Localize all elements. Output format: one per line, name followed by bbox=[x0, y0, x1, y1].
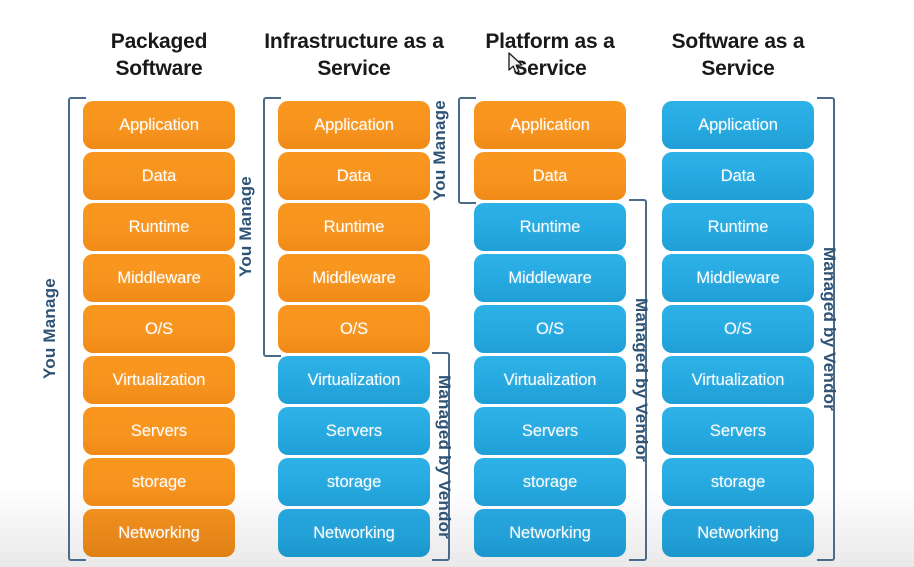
layer-box-infrastructure-as-a-service-networking[interactable]: Networking bbox=[278, 509, 430, 557]
layer-box-label: O/S bbox=[144, 319, 174, 338]
layer-box-platform-as-a-service-o-s[interactable]: O/S bbox=[474, 305, 626, 353]
layer-box-label: Servers bbox=[709, 421, 767, 440]
layer-box-packaged-software-application[interactable]: Application bbox=[83, 101, 235, 149]
layer-box-label: Application bbox=[510, 115, 590, 134]
bracket-label-platform-as-a-service-right: Managed by Vendor bbox=[632, 298, 651, 462]
column-header-line-1: Software as a bbox=[671, 30, 805, 53]
layer-box-label: storage bbox=[522, 472, 578, 491]
layer-box-infrastructure-as-a-service-servers[interactable]: Servers bbox=[278, 407, 430, 455]
layer-box-platform-as-a-service-networking[interactable]: Networking bbox=[474, 509, 626, 557]
layer-box-packaged-software-virtualization[interactable]: Virtualization bbox=[83, 356, 235, 404]
layer-box-platform-as-a-service-data[interactable]: Data bbox=[474, 152, 626, 200]
layer-box-platform-as-a-service-middleware[interactable]: Middleware bbox=[474, 254, 626, 302]
column-header-software-as-a-service: Software as a Service bbox=[608, 28, 868, 82]
layer-box-label: Networking bbox=[313, 523, 395, 542]
layer-box-label: Application bbox=[698, 115, 778, 134]
layer-box-platform-as-a-service-runtime[interactable]: Runtime bbox=[474, 203, 626, 251]
layer-box-infrastructure-as-a-service-runtime[interactable]: Runtime bbox=[278, 203, 430, 251]
layer-box-software-as-a-service-networking[interactable]: Networking bbox=[662, 509, 814, 557]
layer-box-label: Virtualization bbox=[112, 370, 206, 389]
layer-box-label: Data bbox=[720, 166, 756, 185]
layer-box-label: O/S bbox=[339, 319, 369, 338]
layer-box-label: Runtime bbox=[707, 217, 769, 236]
layer-box-label: storage bbox=[710, 472, 766, 491]
layer-box-platform-as-a-service-storage[interactable]: storage bbox=[474, 458, 626, 506]
layer-box-label: Middleware bbox=[117, 268, 201, 287]
layer-box-label: Networking bbox=[509, 523, 591, 542]
layer-box-label: Virtualization bbox=[307, 370, 401, 389]
layer-box-packaged-software-middleware[interactable]: Middleware bbox=[83, 254, 235, 302]
layer-box-infrastructure-as-a-service-o-s[interactable]: O/S bbox=[278, 305, 430, 353]
layer-box-label: storage bbox=[326, 472, 382, 491]
layer-box-packaged-software-servers[interactable]: Servers bbox=[83, 407, 235, 455]
bracket-label-software-as-a-service-right: Managed by Vendor bbox=[820, 247, 839, 411]
layer-box-software-as-a-service-middleware[interactable]: Middleware bbox=[662, 254, 814, 302]
mouse-pointer-icon bbox=[508, 52, 526, 76]
layer-box-infrastructure-as-a-service-storage[interactable]: storage bbox=[278, 458, 430, 506]
layer-box-label: storage bbox=[131, 472, 187, 491]
layer-box-platform-as-a-service-servers[interactable]: Servers bbox=[474, 407, 626, 455]
layer-box-label: Networking bbox=[118, 523, 200, 542]
layer-box-packaged-software-networking[interactable]: Networking bbox=[83, 509, 235, 557]
layer-box-label: Virtualization bbox=[691, 370, 785, 389]
layer-box-label: Networking bbox=[697, 523, 779, 542]
layer-box-label: Servers bbox=[325, 421, 383, 440]
layer-box-label: Virtualization bbox=[503, 370, 597, 389]
layer-box-label: Data bbox=[532, 166, 568, 185]
bracket-label-packaged-software-left: You Manage bbox=[40, 278, 59, 380]
layer-box-infrastructure-as-a-service-data[interactable]: Data bbox=[278, 152, 430, 200]
layer-box-infrastructure-as-a-service-virtualization[interactable]: Virtualization bbox=[278, 356, 430, 404]
layer-box-label: Runtime bbox=[519, 217, 581, 236]
layer-box-packaged-software-storage[interactable]: storage bbox=[83, 458, 235, 506]
layer-box-software-as-a-service-virtualization[interactable]: Virtualization bbox=[662, 356, 814, 404]
layer-box-software-as-a-service-storage[interactable]: storage bbox=[662, 458, 814, 506]
layer-box-label: Data bbox=[141, 166, 177, 185]
layer-box-platform-as-a-service-application[interactable]: Application bbox=[474, 101, 626, 149]
layer-box-infrastructure-as-a-service-application[interactable]: Application bbox=[278, 101, 430, 149]
layer-box-software-as-a-service-servers[interactable]: Servers bbox=[662, 407, 814, 455]
layer-box-software-as-a-service-data[interactable]: Data bbox=[662, 152, 814, 200]
layer-box-label: Data bbox=[336, 166, 372, 185]
layer-box-label: O/S bbox=[535, 319, 565, 338]
layer-box-packaged-software-o-s[interactable]: O/S bbox=[83, 305, 235, 353]
layer-box-label: Runtime bbox=[323, 217, 385, 236]
layer-box-label: Application bbox=[314, 115, 394, 134]
bracket-label-infrastructure-as-a-service-right: Managed by Vendor bbox=[435, 374, 454, 539]
layer-box-label: Middleware bbox=[312, 268, 396, 287]
layer-box-label: Servers bbox=[130, 421, 188, 440]
layer-box-label: Servers bbox=[521, 421, 579, 440]
layer-box-label: Middleware bbox=[508, 268, 592, 287]
layer-box-platform-as-a-service-virtualization[interactable]: Virtualization bbox=[474, 356, 626, 404]
bracket-label-platform-as-a-service-left: You Manage bbox=[430, 100, 449, 201]
bracket-label-infrastructure-as-a-service-left: You Manage bbox=[236, 176, 255, 278]
layer-box-packaged-software-runtime[interactable]: Runtime bbox=[83, 203, 235, 251]
layer-box-packaged-software-data[interactable]: Data bbox=[83, 152, 235, 200]
layer-box-label: Runtime bbox=[128, 217, 190, 236]
layer-box-software-as-a-service-application[interactable]: Application bbox=[662, 101, 814, 149]
layer-box-infrastructure-as-a-service-middleware[interactable]: Middleware bbox=[278, 254, 430, 302]
cloud-service-models-diagram: Packaged Software Application Data Runtime Mi… bbox=[0, 0, 914, 567]
column-header-line-2: Service bbox=[701, 57, 775, 80]
layer-box-label: Application bbox=[119, 115, 199, 134]
layer-box-label: O/S bbox=[723, 319, 753, 338]
layer-box-software-as-a-service-o-s[interactable]: O/S bbox=[662, 305, 814, 353]
layer-box-label: Middleware bbox=[696, 268, 780, 287]
layer-box-software-as-a-service-runtime[interactable]: Runtime bbox=[662, 203, 814, 251]
